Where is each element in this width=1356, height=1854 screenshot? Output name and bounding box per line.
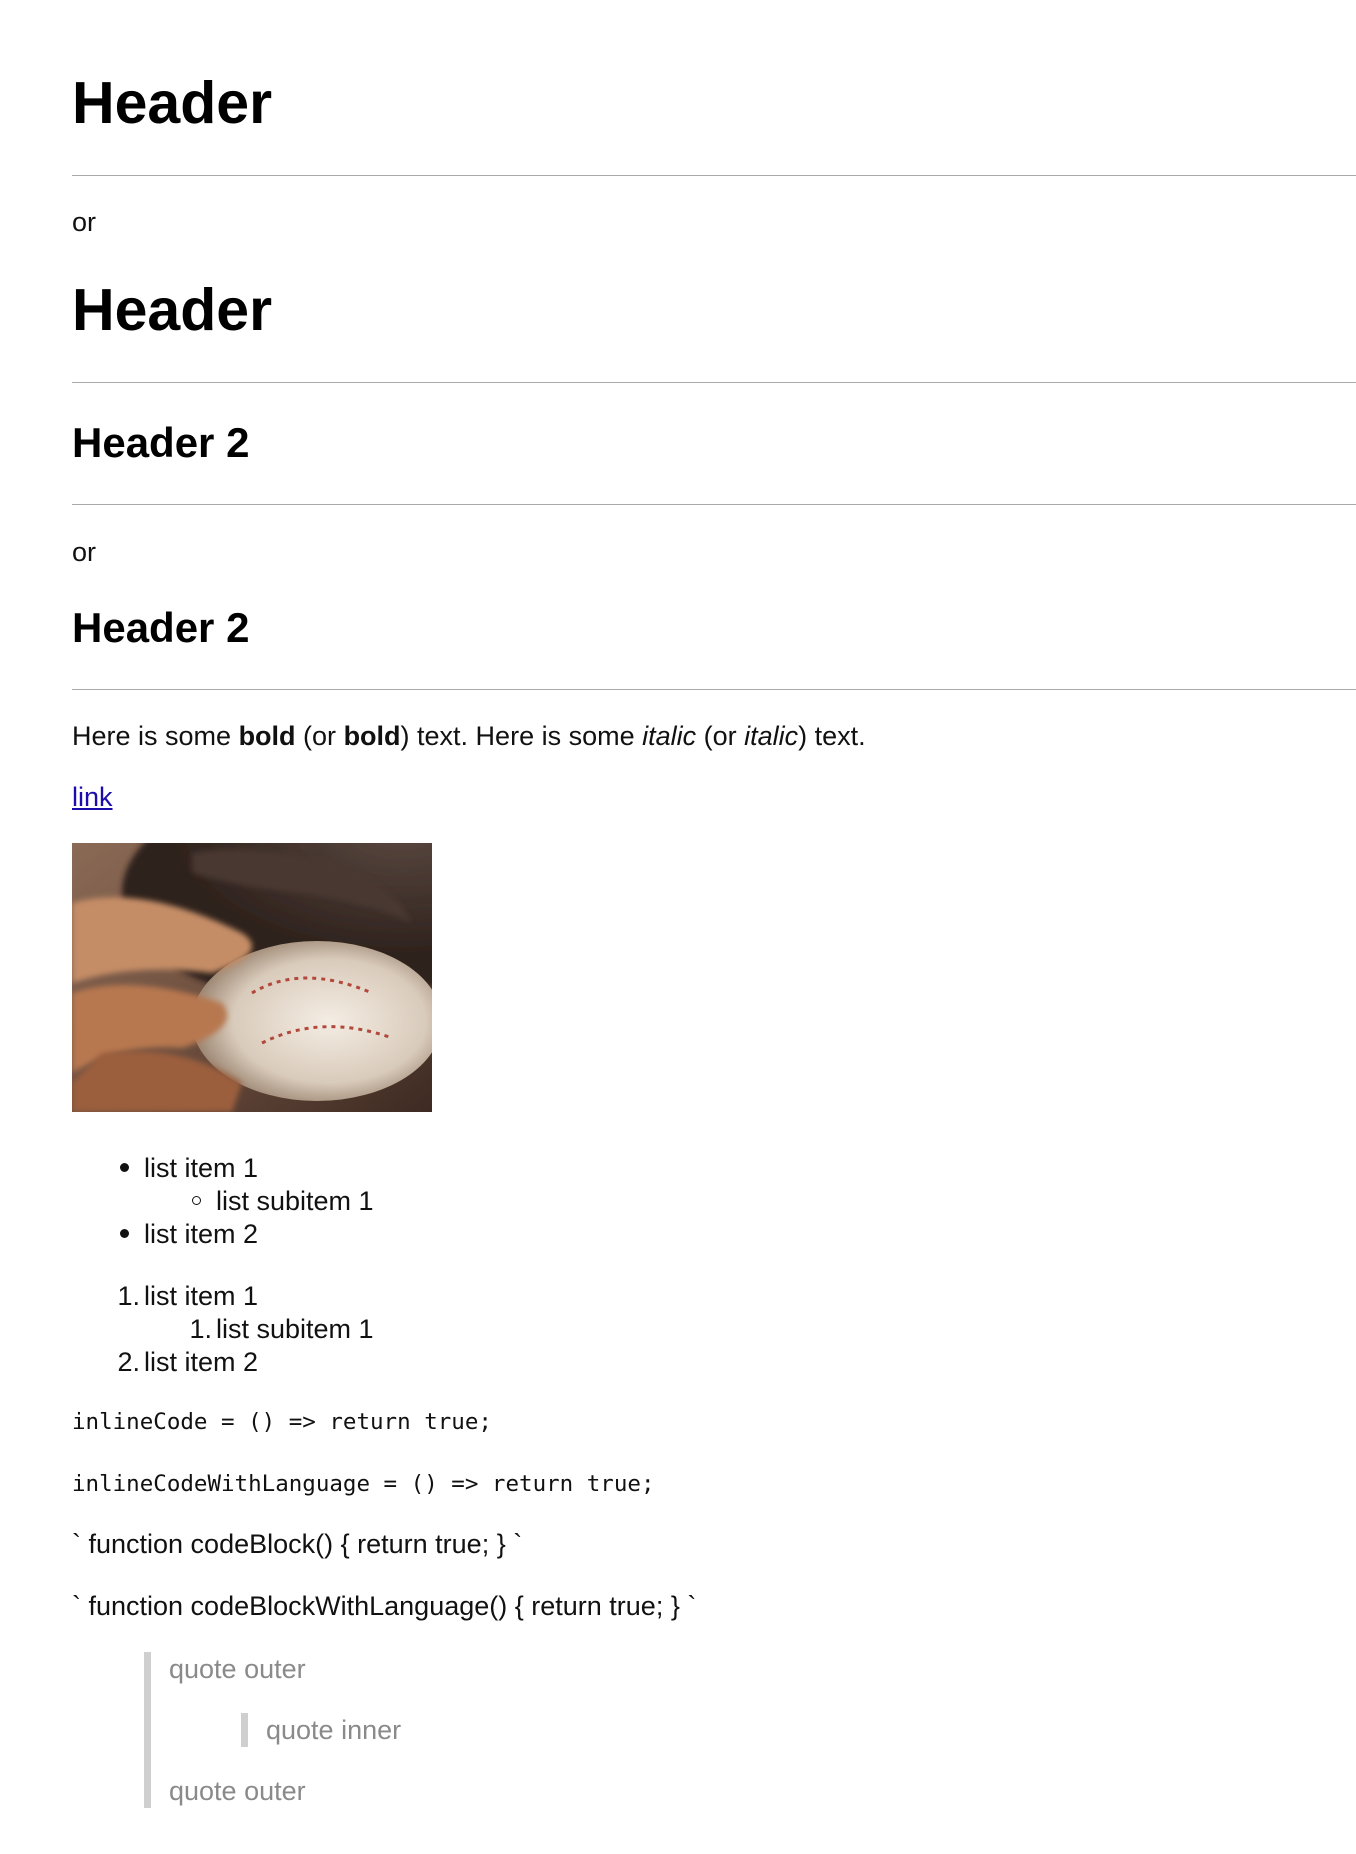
list-item: list item 2 [144, 1347, 259, 1377]
list-subitem: list subitem 1 [216, 1186, 374, 1216]
heading-rule [72, 175, 1356, 176]
bold-text: bold [343, 721, 401, 751]
formatted-paragraph: Here is some bold (or bold) text. Here i… [72, 718, 866, 754]
link-paragraph: link [72, 779, 113, 815]
quote-inner-text: quote inner [266, 1715, 402, 1745]
or-text: or [72, 207, 97, 237]
heading-2: Header 2 [72, 604, 250, 651]
link[interactable]: link [72, 782, 113, 812]
heading-rule [72, 382, 1356, 383]
italic-text: italic [642, 721, 697, 751]
or-text: or [72, 537, 97, 567]
plain-text: ) text. [798, 721, 866, 751]
heading-rule [72, 689, 1356, 690]
list-number: 1. [189, 1314, 212, 1344]
code-block-language-text: ` function codeBlockWithLanguage() { ret… [72, 1591, 697, 1621]
bold-text: bold [238, 721, 296, 751]
heading-1: Header [72, 277, 273, 343]
list-item: list item 1 [144, 1153, 259, 1183]
quote-bar [144, 1652, 151, 1808]
list-number: 1. [117, 1281, 140, 1311]
list-number: 2. [117, 1347, 140, 1377]
code-block-text: ` function codeBlock() { return true; } … [72, 1529, 523, 1559]
quote-outer-text: quote outer [169, 1654, 306, 1684]
inline-code-with-language: inlineCodeWithLanguage = () => return tr… [72, 1471, 655, 1497]
list-subitem: list subitem 1 [216, 1314, 374, 1344]
inline-code: inlineCode = () => return true; [72, 1409, 492, 1435]
bullet-icon [120, 1163, 129, 1172]
baseball-glove-image [72, 843, 432, 1112]
quote-outer-text: quote outer [169, 1776, 306, 1806]
heading-2: Header 2 [72, 419, 250, 466]
plain-text: (or [696, 721, 745, 751]
plain-text: ) text. Here is some [400, 721, 643, 751]
bullet-icon [120, 1229, 129, 1238]
list-item: list item 2 [144, 1219, 259, 1249]
quote-bar [241, 1713, 248, 1747]
plain-text: (or [295, 721, 344, 751]
circle-bullet-icon [192, 1196, 201, 1205]
italic-text: italic [744, 721, 799, 751]
heading-1: Header [72, 70, 273, 136]
heading-rule [72, 504, 1356, 505]
plain-text: Here is some [72, 721, 239, 751]
list-item: list item 1 [144, 1281, 259, 1311]
